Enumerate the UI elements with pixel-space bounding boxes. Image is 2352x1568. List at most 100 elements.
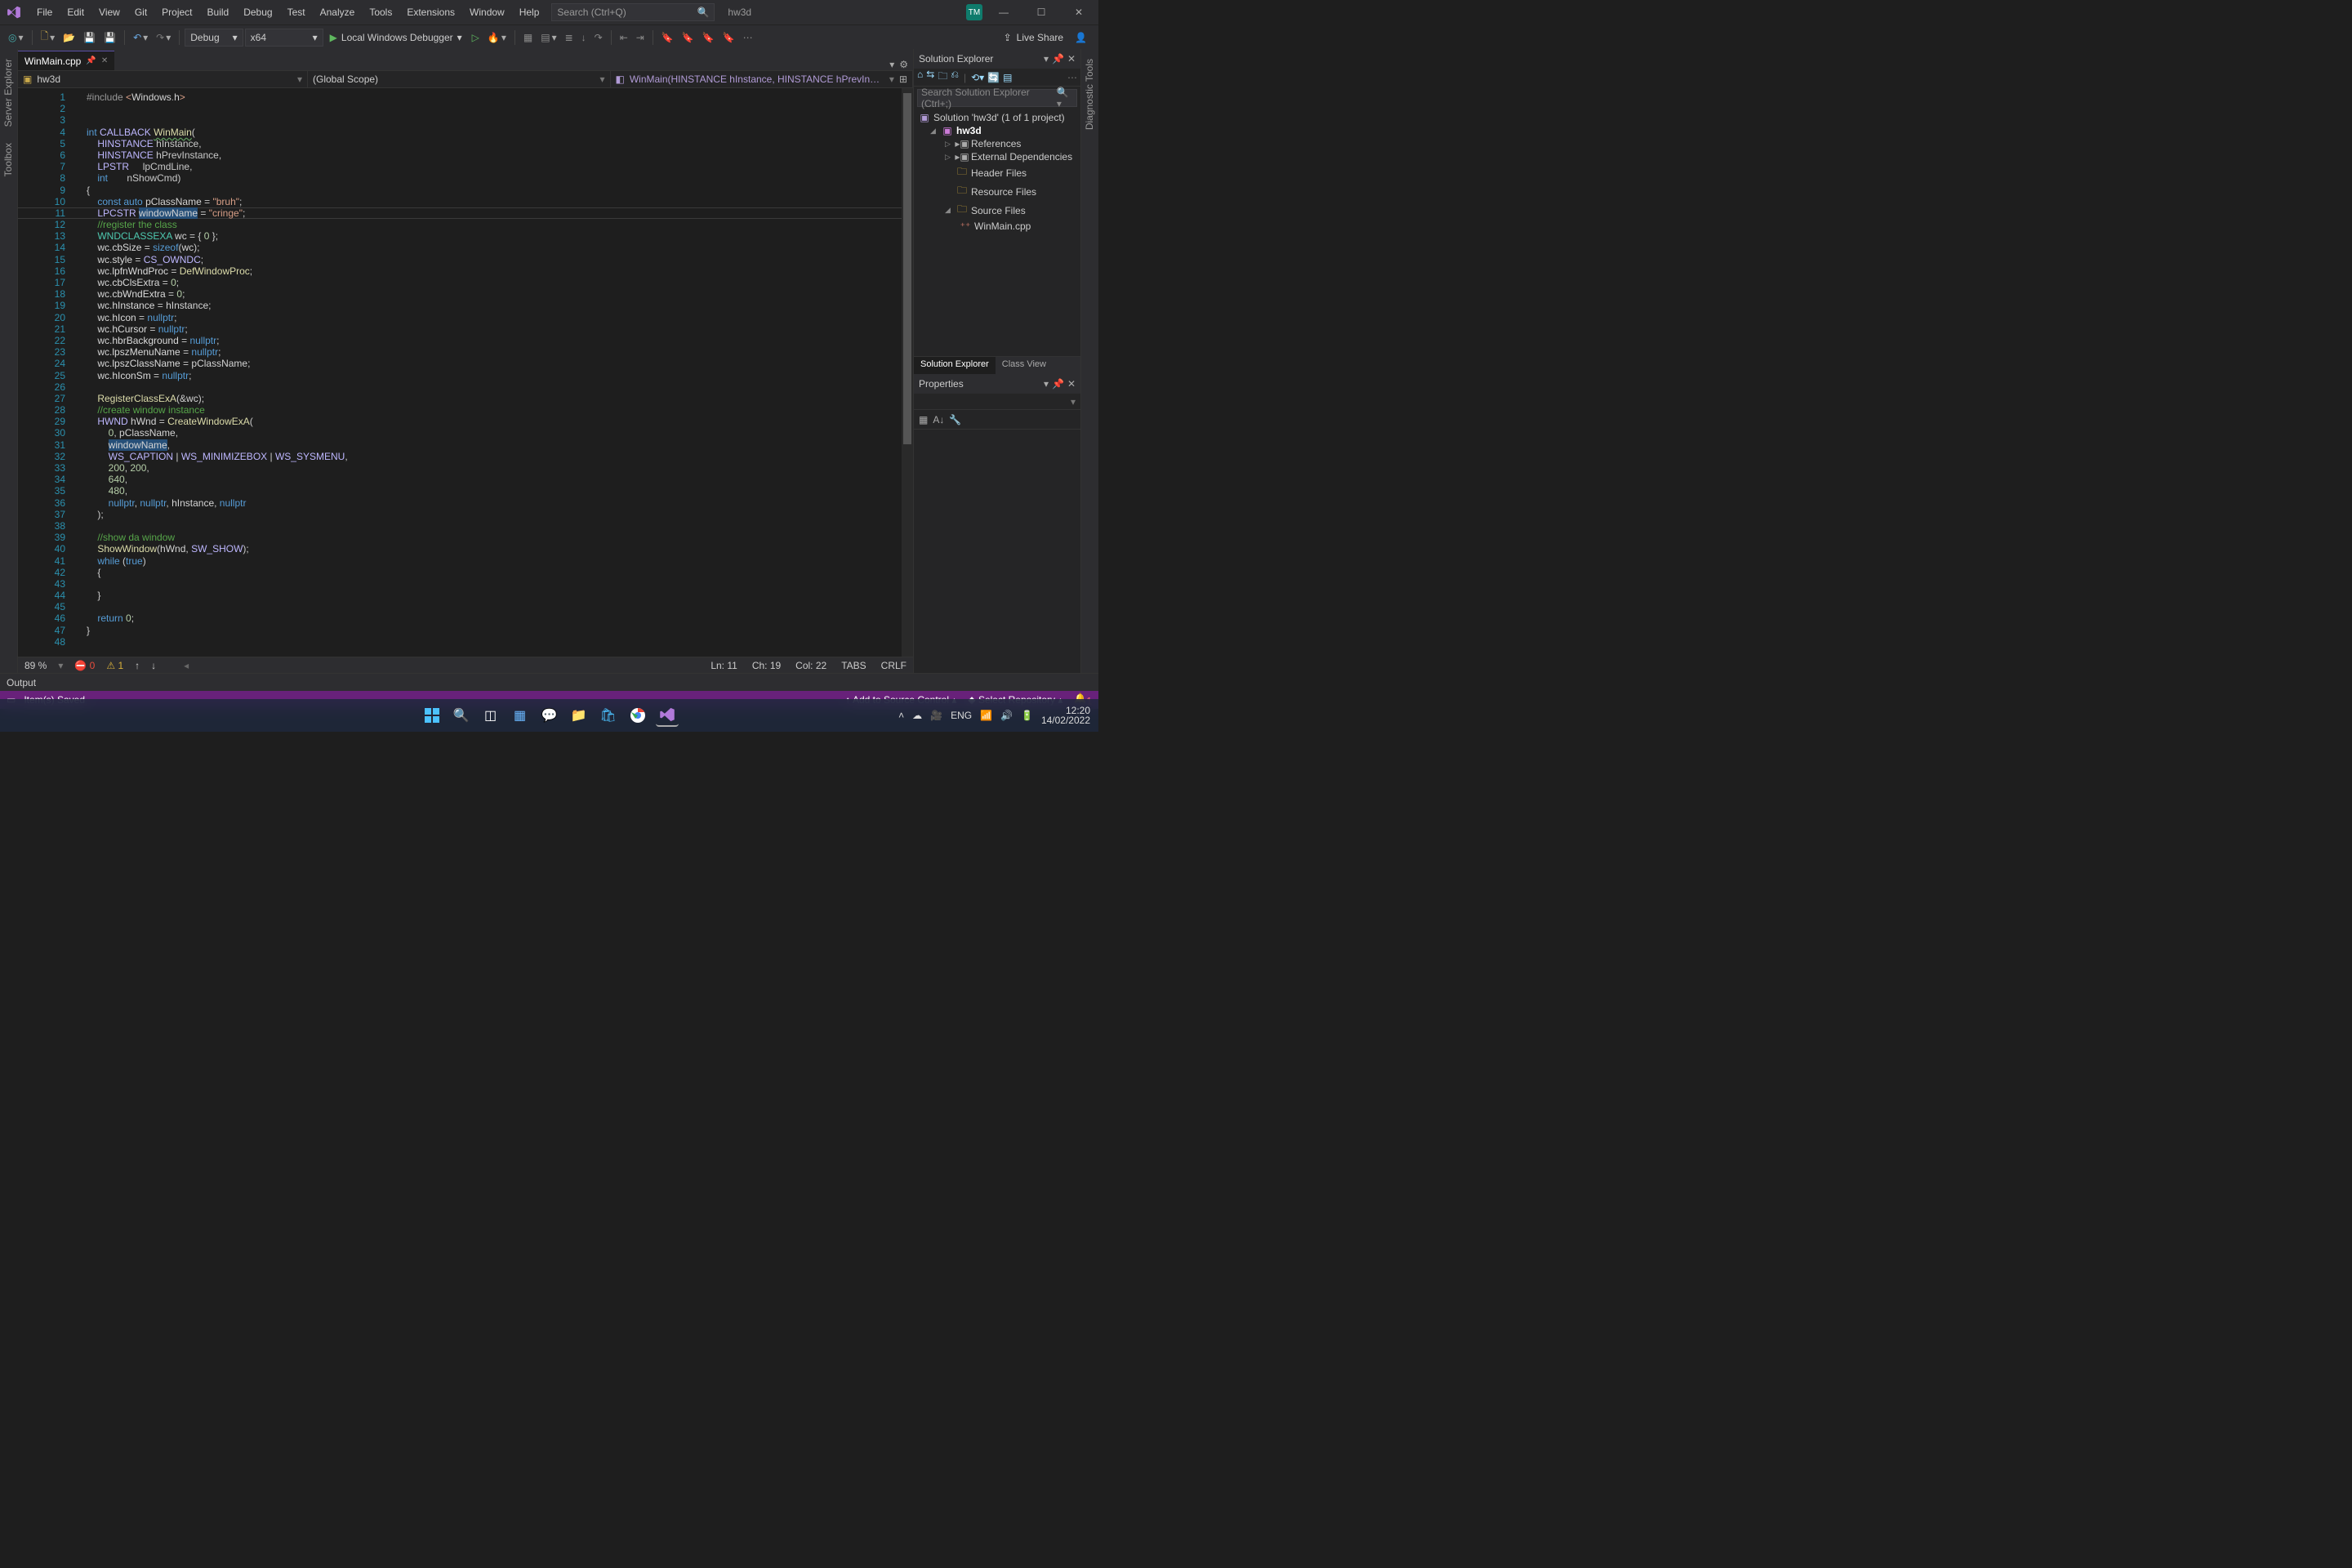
start-debugging-button[interactable]: ▶Local Windows Debugger▾ (325, 30, 467, 45)
toolbar-icon[interactable]: ▦ (520, 30, 536, 45)
meet-now-icon[interactable]: 🎥 (930, 710, 942, 721)
toolbar-icon[interactable]: ▤▾ (537, 30, 559, 45)
menu-edit[interactable]: Edit (60, 3, 91, 21)
live-share-button[interactable]: ⇪ Live Share 👤 (997, 32, 1094, 43)
se-sync-button[interactable]: ⟲▾ (971, 72, 984, 83)
undo-button[interactable]: ↶▾ (130, 30, 151, 45)
language-indicator[interactable]: ENG (951, 710, 972, 721)
tree-solution[interactable]: ▣Solution 'hw3d' (1 of 1 project) (914, 111, 1080, 124)
toolbar-icon[interactable]: ≣ (562, 30, 577, 45)
se-collapse-button[interactable]: ▤ (1003, 72, 1012, 83)
menu-file[interactable]: File (29, 3, 60, 21)
tab-dropdown-button[interactable]: ▾ (889, 59, 894, 70)
window-close-button[interactable]: ✕ (1062, 0, 1095, 24)
bookmark-button[interactable]: 🔖 (658, 30, 677, 45)
open-file-button[interactable]: 📂 (60, 30, 78, 45)
start-button[interactable] (421, 704, 443, 727)
se-switch-view-button[interactable]: ⇆ (926, 69, 934, 86)
tab-settings-button[interactable]: ⚙ (899, 59, 908, 70)
menu-tools[interactable]: Tools (362, 3, 399, 21)
battery-icon[interactable]: 🔋 (1021, 710, 1033, 721)
pin-icon[interactable]: 📌 (1052, 53, 1064, 65)
menu-debug[interactable]: Debug (236, 3, 279, 21)
zoom-level[interactable]: 89 % (24, 660, 47, 671)
menu-help[interactable]: Help (512, 3, 547, 21)
toolbox-tab[interactable]: Toolbox (2, 140, 16, 180)
menu-window[interactable]: Window (462, 3, 512, 21)
nav-scope-dropdown[interactable]: (Global Scope)▾ (308, 71, 611, 87)
step-into-button[interactable]: ↓ (578, 30, 590, 45)
wifi-icon[interactable]: 📶 (980, 710, 992, 721)
document-tab-winmain[interactable]: WinMain.cpp 📌 ✕ (18, 51, 114, 70)
nav-project-dropdown[interactable]: ▣ hw3d▾ (18, 71, 308, 87)
tab-class-view[interactable]: Class View (996, 357, 1053, 374)
volume-icon[interactable]: 🔊 (1000, 710, 1013, 721)
nav-up-button[interactable]: ↑ (135, 660, 140, 671)
vertical-scrollbar[interactable] (902, 88, 913, 657)
tree-file-winmain[interactable]: ⁺⁺WinMain.cpp (914, 220, 1080, 233)
code-editor[interactable]: 1234567891011121314151617181920212223242… (18, 88, 913, 657)
hot-reload-button[interactable]: 🔥▾ (484, 30, 510, 45)
tree-external-deps[interactable]: ▷▸▣External Dependencies (914, 150, 1080, 163)
bookmark-nav-button[interactable]: 🔖 (679, 30, 697, 45)
menu-extensions[interactable]: Extensions (399, 3, 462, 21)
toolbar-overflow[interactable]: ⋯ (740, 30, 756, 45)
categorize-button[interactable]: ▦ (919, 414, 928, 425)
save-button[interactable]: 💾 (80, 30, 99, 45)
global-search-box[interactable]: Search (Ctrl+Q) 🔍 (551, 3, 715, 21)
server-explorer-tab[interactable]: Server Explorer (2, 56, 16, 130)
taskbar-clock[interactable]: 12:20 14/02/2022 (1041, 706, 1090, 725)
panel-dropdown[interactable]: ▾ (1044, 378, 1049, 390)
menu-build[interactable]: Build (200, 3, 237, 21)
menu-test[interactable]: Test (280, 3, 313, 21)
step-over-button[interactable]: ↷ (591, 30, 606, 45)
visual-studio-app[interactable] (656, 704, 679, 727)
window-maximize-button[interactable]: ☐ (1025, 0, 1058, 24)
redo-button[interactable]: ↷▾ (153, 30, 174, 45)
pin-icon[interactable]: 📌 (1052, 378, 1064, 390)
back-nav-button[interactable]: ◎▾ (5, 30, 27, 45)
tree-source-files[interactable]: ◢🗀Source Files (914, 201, 1080, 220)
se-home-button[interactable]: ⌂ (917, 69, 923, 86)
window-minimize-button[interactable]: — (987, 0, 1020, 24)
close-tab-button[interactable]: ✕ (101, 56, 108, 65)
se-refresh-button[interactable]: 🔄 (987, 72, 1000, 83)
user-avatar[interactable]: TM (966, 4, 982, 20)
ms-store[interactable]: 🛍 (597, 704, 620, 727)
line-endings[interactable]: CRLF (881, 660, 906, 671)
tree-resource-files[interactable]: 🗀Resource Files (914, 182, 1080, 201)
se-tool-button[interactable]: ⎌ (951, 69, 959, 86)
split-icon[interactable]: ⊞ (899, 74, 907, 85)
alphabetical-button[interactable]: A↓ (933, 414, 944, 425)
indent-less-button[interactable]: ⇤ (617, 30, 631, 45)
taskbar-search[interactable]: 🔍 (450, 704, 473, 727)
save-all-button[interactable]: 💾 (100, 30, 119, 45)
chrome-app[interactable] (626, 704, 649, 727)
diagnostic-tools-tab[interactable]: Diagnostic Tools (1083, 56, 1097, 133)
panel-dropdown[interactable]: ▾ (1044, 53, 1049, 65)
close-panel-button[interactable]: ✕ (1067, 378, 1076, 390)
tree-references[interactable]: ▷▸▣References (914, 137, 1080, 150)
tab-solution-explorer[interactable]: Solution Explorer (914, 357, 996, 374)
nav-function-dropdown[interactable]: ◧ WinMain(HINSTANCE hInstance, HINSTANCE… (611, 71, 914, 87)
close-panel-button[interactable]: ✕ (1067, 53, 1076, 65)
platform-dropdown[interactable]: x64▾ (245, 29, 323, 47)
pin-icon[interactable]: 📌 (86, 56, 96, 65)
h-scroll-left[interactable]: ◂ (184, 660, 189, 671)
tray-chevron[interactable]: ˄ (898, 710, 904, 721)
tree-header-files[interactable]: 🗀Header Files (914, 163, 1080, 182)
props-dropdown[interactable]: ▾ (1071, 396, 1080, 408)
bookmark-nav-button[interactable]: 🔖 (719, 30, 738, 45)
indent-more-button[interactable]: ⇥ (633, 30, 648, 45)
error-count[interactable]: ⛔ 0 (74, 660, 95, 671)
indent-mode[interactable]: TABS (841, 660, 866, 671)
file-explorer[interactable]: 📁 (568, 704, 590, 727)
task-view[interactable]: ◫ (479, 704, 502, 727)
nav-down-button[interactable]: ↓ (151, 660, 156, 671)
menu-analyze[interactable]: Analyze (313, 3, 363, 21)
solution-explorer-search[interactable]: Search Solution Explorer (Ctrl+;) 🔍▾ (917, 89, 1077, 107)
onedrive-icon[interactable]: ☁ (912, 710, 922, 721)
bookmark-nav-button[interactable]: 🔖 (699, 30, 718, 45)
menu-git[interactable]: Git (127, 3, 154, 21)
tree-project[interactable]: ◢▣hw3d (914, 124, 1080, 137)
